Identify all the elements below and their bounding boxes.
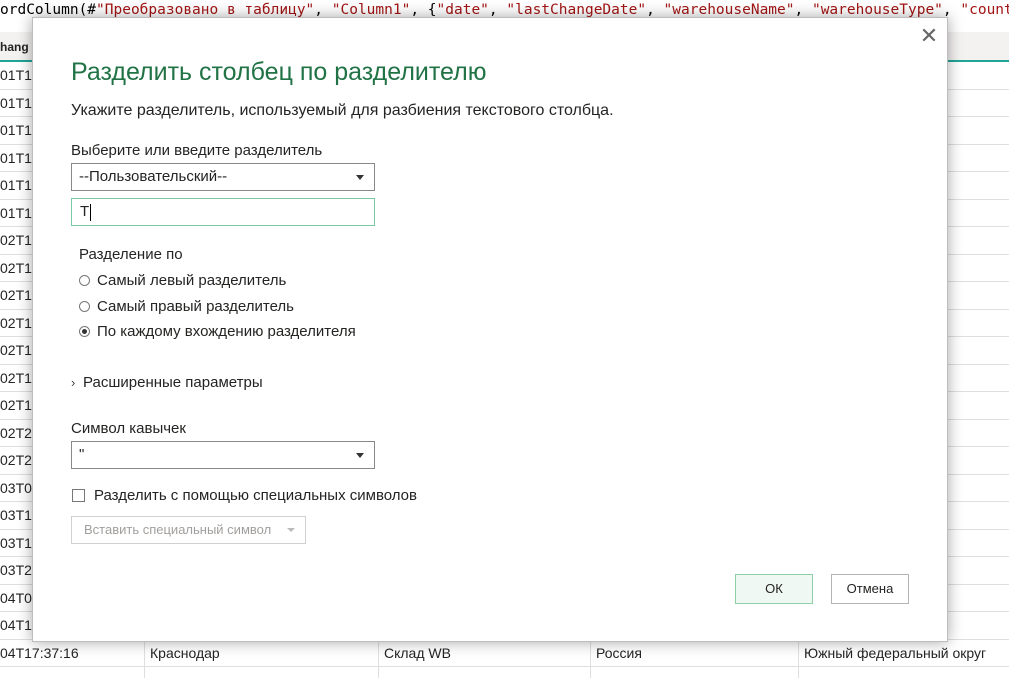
dialog-title: Разделить столбец по разделителю <box>71 58 487 86</box>
delimiter-select[interactable]: --Пользовательский-- <box>71 163 375 191</box>
delimiter-label: Выберите или введите разделитель <box>71 142 323 159</box>
advanced-options-toggle[interactable]: Расширенные параметры <box>83 374 263 391</box>
table-cell[interactable]: Южный федеральный округ <box>804 645 1009 661</box>
chevron-down-icon <box>356 453 364 458</box>
quote-char-value: " <box>79 446 85 463</box>
split-at-label: Разделение по <box>79 246 183 263</box>
quote-char-select[interactable]: " <box>71 441 375 469</box>
ok-button[interactable]: ОК <box>735 574 813 604</box>
radio-leftmost[interactable]: Самый левый разделитель <box>79 272 286 289</box>
table-row: 04T17:37:16 Краснодар Склад WB Россия Южный … <box>0 640 1009 667</box>
radio-each-occurrence[interactable]: По каждому вхождению разделителя <box>79 323 356 340</box>
radio-rightmost-label: Самый правый разделитель <box>97 298 294 315</box>
table-cell[interactable]: Склад WB <box>384 645 451 661</box>
insert-special-char-label: Вставить специальный символ <box>84 522 272 537</box>
radio-rightmost[interactable]: Самый правый разделитель <box>79 298 294 315</box>
dialog-description: Укажите разделитель, используемый для ра… <box>71 102 614 119</box>
close-icon[interactable]: ✕ <box>918 25 940 47</box>
delimiter-select-value: --Пользовательский-- <box>79 168 228 185</box>
text-cursor <box>90 203 92 221</box>
insert-special-char-button[interactable]: Вставить специальный символ <box>71 516 306 544</box>
table-cell[interactable]: Россия <box>596 645 642 661</box>
radio-circle <box>79 275 90 286</box>
cancel-button[interactable]: Отмена <box>831 574 909 604</box>
table-cell[interactable]: Краснодар <box>150 645 220 661</box>
column-header-lastchangedate[interactable]: hang <box>0 40 29 54</box>
radio-leftmost-label: Самый левый разделитель <box>97 272 287 289</box>
radio-each-label: По каждому вхождению разделителя <box>97 323 356 340</box>
radio-circle <box>79 301 90 312</box>
split-column-dialog: ✕ Разделить столбец по разделителю Укажи… <box>32 17 948 642</box>
table-cell[interactable]: 04T17:37:16 <box>0 645 130 661</box>
checkbox-box <box>72 489 85 502</box>
chevron-right-icon[interactable]: › <box>71 375 75 390</box>
chevron-down-icon <box>356 175 364 180</box>
chevron-down-icon <box>287 528 295 532</box>
special-chars-checkbox[interactable]: Разделить с помощью специальных символов <box>72 487 417 504</box>
delimiter-input-value: T <box>80 203 90 220</box>
special-chars-label: Разделить с помощью специальных символов <box>94 487 417 504</box>
quote-char-label: Символ кавычек <box>71 420 186 437</box>
radio-circle-selected <box>79 326 90 337</box>
delimiter-input[interactable]: T <box>71 198 375 226</box>
